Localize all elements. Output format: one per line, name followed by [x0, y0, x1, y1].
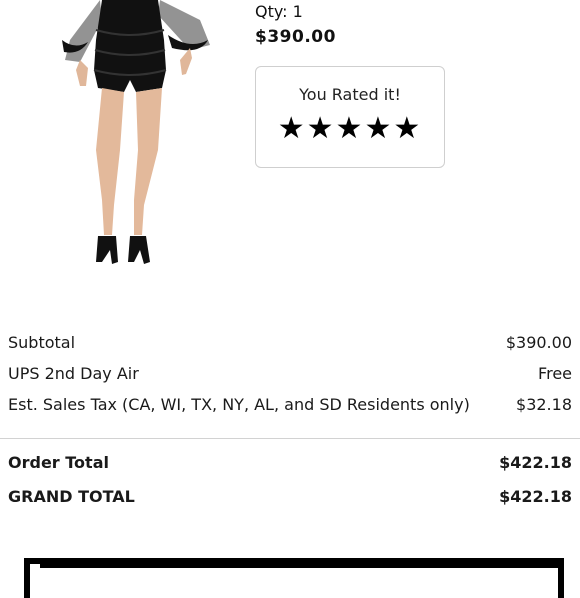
tax-label: Est. Sales Tax (CA, WI, TX, NY, AL, and … — [8, 395, 470, 414]
shipping-row: UPS 2nd Day Air Free — [8, 364, 572, 383]
grand-total-row: GRAND TOTAL $422.18 — [8, 487, 572, 506]
subtotal-row: Subtotal $390.00 — [8, 333, 572, 352]
action-button-inner[interactable] — [40, 564, 560, 594]
shipping-value: Free — [538, 364, 572, 383]
star-icon[interactable]: ★ — [364, 111, 393, 146]
summary-divider — [0, 438, 580, 439]
order-total-value: $422.18 — [499, 453, 572, 472]
tax-row: Est. Sales Tax (CA, WI, TX, NY, AL, and … — [8, 395, 572, 414]
product-image[interactable] — [40, 0, 220, 280]
star-icon[interactable]: ★ — [278, 111, 307, 146]
shipping-label: UPS 2nd Day Air — [8, 364, 139, 383]
order-total-label: Order Total — [8, 453, 109, 472]
star-icon[interactable]: ★ — [307, 111, 336, 146]
rating-card[interactable]: You Rated it! ★★★★★ — [255, 66, 445, 168]
star-icon[interactable]: ★ — [393, 111, 422, 146]
grand-total-value: $422.18 — [499, 487, 572, 506]
order-total-row: Order Total $422.18 — [8, 453, 572, 472]
tax-value: $32.18 — [516, 395, 572, 414]
subtotal-value: $390.00 — [505, 333, 572, 352]
star-icon[interactable]: ★ — [336, 111, 365, 146]
quantity-label: Qty: 1 — [255, 2, 303, 21]
item-price: $390.00 — [255, 27, 336, 47]
subtotal-label: Subtotal — [8, 333, 76, 352]
grand-total-label: GRAND TOTAL — [8, 487, 135, 506]
rating-label: You Rated it! — [299, 85, 401, 104]
star-rating[interactable]: ★★★★★ — [256, 112, 444, 146]
